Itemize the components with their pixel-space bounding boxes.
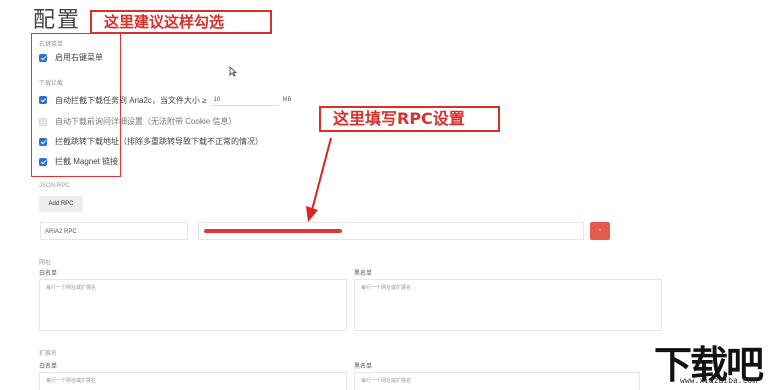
option-auto-intercept[interactable]: 自动拦截下载任务到 Aria2c，当文件大小 ≥ 10 MB [39,94,292,106]
option-label: 拦截跳转下载地址（排除多重跳转导致下载不正常的情况） [55,137,263,146]
section-label-jsonrpc: JSON-RPC [39,183,70,189]
rpc-name-input[interactable]: ARIA2 RPC [40,222,188,240]
ext-blacklist-label: 黑名单 [354,364,373,370]
annotation-checkbox-hint-text: 这里建议这样勾选 [104,13,225,31]
size-unit: MB [282,97,292,103]
section-label-download-intercept: 下载拦截 [39,81,64,87]
whitelist-textarea[interactable]: 每行一个网址或扩展名 [39,279,347,331]
section-label-filter: 网址 [39,260,52,266]
size-threshold-input[interactable]: 10 [210,94,279,106]
option-intercept-magnet[interactable]: 拦截 Magnet 链接 [39,156,118,167]
textarea-placeholder: 每行一个网址或扩展名 [361,285,412,291]
option-ask-before-download[interactable]: 自动下载前询问详细设置（无法附带 Cookie 信息） [39,116,236,127]
ext-whitelist-textarea[interactable]: 每行一个网址或扩展名 [39,372,347,390]
whitelist-label: 白名单 [39,271,58,277]
ext-blacklist-textarea[interactable]: 每行一个网址或扩展名 [354,372,640,390]
annotation-checkbox-hint: 这里建议这样勾选 [90,10,272,34]
redacted-url-scribble [204,229,342,233]
option-label: 自动拦截下载任务到 Aria2c，当文件大小 ≥ [55,95,207,105]
option-label: 自动下载前询问详细设置（无法附带 Cookie 信息） [55,117,237,126]
textarea-placeholder: 每行一个网址或扩展名 [361,378,412,384]
delete-rpc-button[interactable]: - [590,222,610,240]
option-label: 拦截 Magnet 链接 [55,157,119,166]
annotation-arrow-icon [306,137,332,222]
annotation-rpc-hint: 这里填写RPC设置 [319,106,500,132]
option-label: 启用右键菜单 [55,53,103,62]
blacklist-label: 黑名单 [354,271,373,277]
option-intercept-redirect[interactable]: 拦截跳转下载地址（排除多重跳转导致下载不正常的情况） [39,136,263,147]
checkbox-unchecked-icon[interactable] [39,117,47,126]
add-rpc-button[interactable]: Add RPC [39,196,83,212]
option-context-menu[interactable]: 启用右键菜单 [39,52,103,63]
checkbox-checked-icon[interactable] [39,157,47,166]
textarea-placeholder: 每行一个网址或扩展名 [46,378,97,384]
checkbox-checked-icon[interactable] [39,53,47,62]
checkbox-checked-icon[interactable] [39,137,47,146]
checkbox-checked-icon[interactable] [39,96,47,104]
mouse-cursor-icon [229,66,237,77]
watermark-url: www.xiazaiba.com [680,376,758,385]
annotation-rpc-hint-text: 这里填写RPC设置 [333,109,465,128]
page-title: 配置 [33,8,82,33]
textarea-placeholder: 每行一个网址或扩展名 [46,285,97,291]
section-label-context-menu: 右键菜单 [39,42,64,48]
ext-whitelist-label: 白名单 [39,364,58,370]
blacklist-textarea[interactable]: 每行一个网址或扩展名 [354,279,662,331]
section-label-extension: 扩展名 [39,351,58,357]
